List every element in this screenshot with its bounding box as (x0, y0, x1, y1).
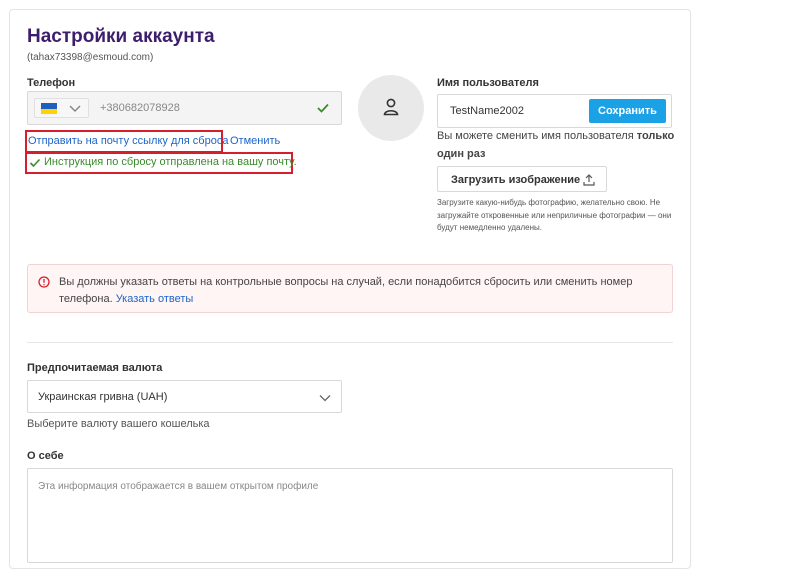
specify-answers-link[interactable]: Указать ответы (116, 293, 194, 305)
upload-image-button[interactable]: Загрузить изображение (437, 166, 607, 192)
alert-message: Вы должны указать ответы на контрольные … (59, 274, 659, 308)
upload-icon (583, 174, 595, 186)
chevron-down-icon (69, 105, 81, 113)
username-label: Имя пользователя (437, 77, 539, 89)
currency-selected-value: Украинская гривна (UAH) (38, 391, 168, 403)
username-value[interactable]: TestName2002 (450, 105, 524, 117)
username-hint-bold-only: только (636, 130, 675, 142)
avatar[interactable] (358, 75, 424, 141)
chevron-down-icon (319, 395, 331, 402)
country-selector[interactable] (34, 98, 89, 118)
section-divider (27, 342, 673, 343)
ukraine-flag-icon (41, 103, 57, 114)
currency-description: Выберите валюту вашего кошелька (27, 418, 210, 430)
reset-success-message: Инструкция по сбросу отправлена на вашу … (44, 156, 297, 168)
check-icon (29, 158, 41, 168)
upload-image-label: Загрузить изображение (451, 174, 581, 186)
save-username-button[interactable]: Сохранить (589, 99, 666, 123)
username-hint-text: Вы можете сменить имя пользователя (437, 130, 637, 142)
about-placeholder: Эта информация отображается в вашем откр… (38, 481, 319, 492)
about-label: О себе (27, 450, 64, 462)
account-email: (tahax73398@esmoud.com) (27, 52, 154, 63)
username-hint-bold-once: один раз (437, 148, 486, 160)
send-reset-link[interactable]: Отправить на почту ссылку для сброса (28, 135, 228, 147)
about-textarea[interactable]: Эта информация отображается в вашем откр… (27, 468, 673, 563)
page-title: Настройки аккаунта (27, 26, 215, 47)
info-circle-icon (38, 276, 50, 288)
security-questions-alert: Вы должны указать ответы на контрольные … (27, 264, 673, 313)
username-hint: Вы можете сменить имя пользователя тольк… (437, 127, 677, 163)
check-icon (317, 103, 329, 113)
username-field[interactable]: TestName2002 Сохранить (437, 94, 672, 128)
user-icon (383, 98, 399, 116)
upload-note: Загрузите какую-нибудь фотографию, желат… (437, 198, 672, 232)
cancel-link[interactable]: Отменить (230, 135, 280, 147)
currency-select[interactable]: Украинская гривна (UAH) (27, 380, 342, 413)
phone-number-value: +380682078928 (100, 102, 180, 114)
phone-label: Телефон (27, 77, 76, 89)
currency-label: Предпочитаемая валюта (27, 362, 163, 374)
phone-field: +380682078928 (27, 91, 342, 125)
